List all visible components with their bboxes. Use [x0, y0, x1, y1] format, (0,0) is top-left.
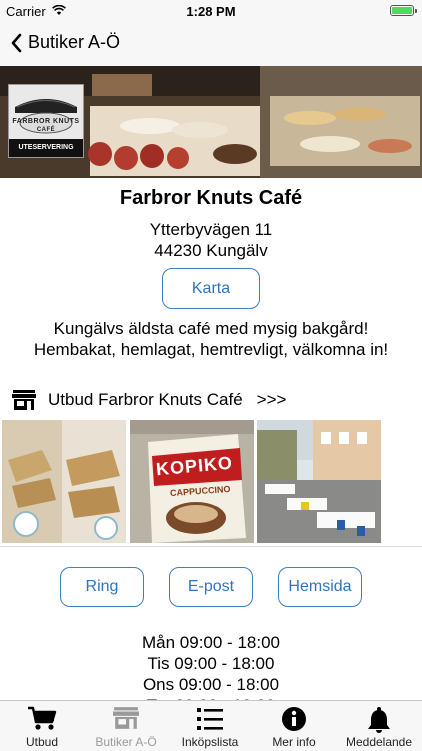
tab-mer-info[interactable]: Mer info — [252, 701, 336, 751]
store-description-line2: Hembakat, hemlagat, hemtrevligt, välkomn… — [33, 340, 389, 359]
tab-inkopslista[interactable]: Inköpslista — [168, 701, 252, 751]
logo-banner: UTESERVERING — [9, 139, 83, 157]
store-street: Ytterbyvägen 11 — [149, 220, 273, 239]
back-label: Butiker A-Ö — [28, 32, 121, 52]
store-logo: FARBROR KNUTS CAFÉ UTESERVERING — [8, 84, 84, 158]
offer-thumbnail-biscotti[interactable] — [2, 420, 126, 543]
tab-label: Utbud — [25, 735, 59, 749]
website-button[interactable]: Hemsida — [278, 567, 362, 607]
bell-icon — [368, 707, 390, 733]
tab-label: Butiker A-Ö — [95, 735, 157, 749]
offer-gallery: KOPIKO CAPPUCCINO — [0, 420, 422, 544]
cart-icon — [28, 706, 57, 730]
store-postal: 44230 Kungälv — [154, 241, 268, 260]
logo-brand: FARBROR KNUTS — [12, 118, 80, 125]
tab-label: Inköpslista — [181, 735, 239, 749]
battery-icon — [390, 5, 417, 16]
email-button[interactable]: E-post — [169, 567, 253, 607]
divider — [0, 546, 422, 547]
logo-sub: CAFÉ — [36, 127, 56, 133]
tab-meddelande[interactable]: Meddelande — [336, 701, 422, 751]
offer-thumbnail-kopiko[interactable]: KOPIKO CAPPUCCINO — [130, 420, 254, 543]
offer-more: >>> — [256, 390, 287, 409]
info-icon — [282, 707, 306, 731]
back-button[interactable]: Butiker A-Ö — [10, 32, 120, 53]
hours-row-mon: Mån 09:00 - 18:00 — [142, 633, 280, 652]
tab-utbud[interactable]: Utbud — [0, 701, 84, 751]
store-icon — [113, 707, 139, 729]
store-icon — [12, 390, 36, 410]
offer-label: Utbud Farbror Knuts Café — [48, 390, 243, 409]
status-bar: Carrier 1:28 PM — [0, 0, 422, 22]
tab-butiker[interactable]: Butiker A-Ö — [84, 701, 168, 751]
tab-label: Meddelande — [345, 735, 413, 749]
clock: 1:28 PM — [186, 4, 236, 19]
tab-label: Mer info — [272, 735, 316, 749]
chevron-left-icon — [11, 33, 22, 52]
list-icon — [197, 708, 223, 730]
offer-link[interactable]: Utbud Farbror Knuts Café >>> — [12, 388, 286, 412]
tab-bar: Utbud Butiker A-Ö Inköpslista Mer info M… — [0, 700, 422, 751]
hours-row-tue: Tis 09:00 - 18:00 — [147, 654, 275, 673]
hours-row-wed: Ons 09:00 - 18:00 — [142, 675, 280, 694]
map-button[interactable]: Karta — [162, 268, 260, 309]
store-name: Farbror Knuts Café — [119, 187, 303, 209]
offer-thumbnail-courtyard[interactable] — [257, 420, 381, 543]
call-button[interactable]: Ring — [60, 567, 144, 607]
navigation-bar: Butiker A-Ö — [0, 22, 422, 67]
store-description-line1: Kungälvs äldsta café med mysig bakgård! — [53, 319, 369, 338]
